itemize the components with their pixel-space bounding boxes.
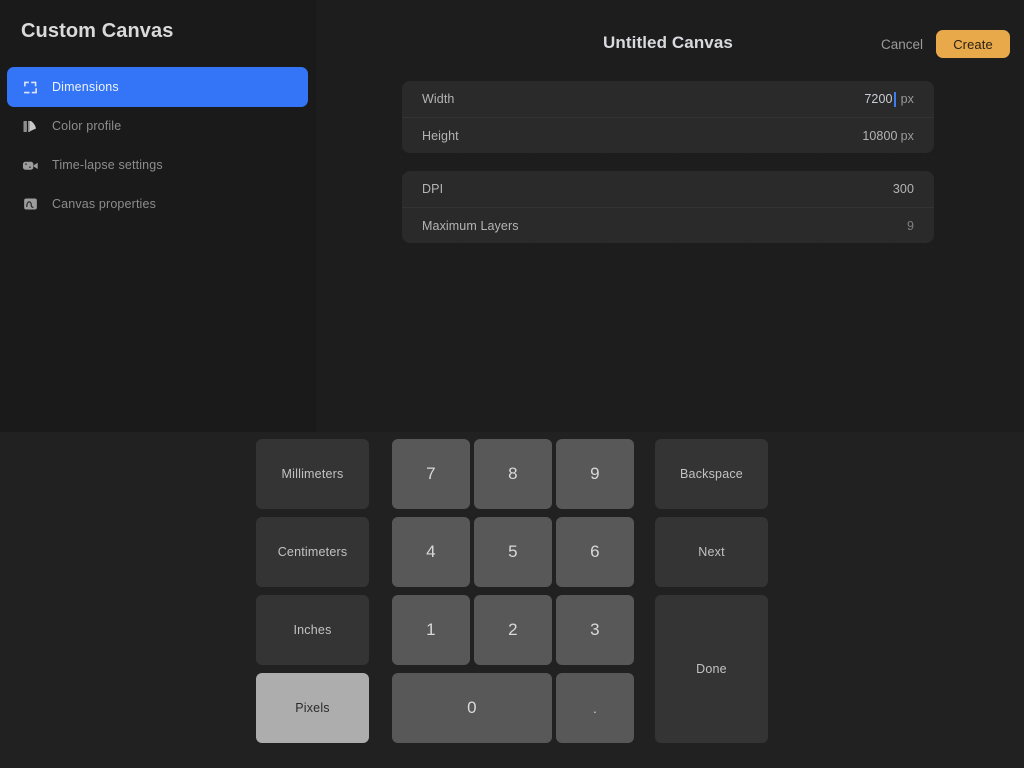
maximum-layers-label: Maximum Layers — [422, 219, 519, 233]
page-title: Custom Canvas — [21, 20, 173, 43]
color-swatch-icon — [17, 116, 43, 136]
digit-key-2[interactable]: 2 — [474, 595, 552, 665]
sidebar-item-label: Time-lapse settings — [52, 158, 163, 172]
dimensions-card: Width 7200 px Height 10800 px — [402, 81, 934, 153]
digit-key-0[interactable]: 0 — [392, 673, 552, 743]
dpi-row[interactable]: DPI 300 — [402, 171, 934, 207]
canvas-name-title: Untitled Canvas — [603, 33, 733, 53]
digit-key-6[interactable]: 6 — [556, 517, 634, 587]
create-button[interactable]: Create — [936, 30, 1010, 58]
digit-key-1[interactable]: 1 — [392, 595, 470, 665]
video-camera-icon — [17, 155, 43, 175]
sidebar: Custom Canvas Dimensions — [0, 0, 316, 432]
done-key[interactable]: Done — [655, 595, 768, 743]
next-key[interactable]: Next — [655, 517, 768, 587]
maximum-layers-value[interactable]: 9 — [907, 219, 914, 233]
unit-key-millimeters[interactable]: Millimeters — [256, 439, 369, 509]
sidebar-item-label: Dimensions — [52, 80, 119, 94]
properties-card: DPI 300 Maximum Layers 9 — [402, 171, 934, 243]
dpi-label: DPI — [422, 182, 443, 196]
unit-key-pixels[interactable]: Pixels — [256, 673, 369, 743]
dpi-value[interactable]: 300 — [893, 182, 914, 196]
digit-key-9[interactable]: 9 — [556, 439, 634, 509]
width-value[interactable]: 7200 px — [864, 92, 914, 107]
sidebar-item-dimensions[interactable]: Dimensions — [7, 67, 308, 107]
dialog-header: Untitled Canvas Cancel Create — [316, 0, 1024, 72]
text-cursor — [894, 92, 896, 107]
digit-key-4[interactable]: 4 — [392, 517, 470, 587]
sidebar-nav: Dimensions Color profile — [7, 67, 308, 224]
decimal-point-key[interactable]: . — [556, 673, 634, 743]
backspace-key[interactable]: Backspace — [655, 439, 768, 509]
digit-key-8[interactable]: 8 — [474, 439, 552, 509]
canvas-wave-icon — [17, 194, 43, 214]
sidebar-item-canvas-properties[interactable]: Canvas properties — [7, 184, 308, 224]
unit-key-inches[interactable]: Inches — [256, 595, 369, 665]
height-unit: px — [901, 129, 914, 143]
height-number: 10800 — [862, 129, 897, 143]
sidebar-item-label: Canvas properties — [52, 197, 156, 211]
width-unit: px — [901, 92, 914, 106]
width-label: Width — [422, 92, 454, 106]
height-value[interactable]: 10800 px — [862, 129, 914, 143]
numeric-keypad: Millimeters Centimeters Inches Pixels 7 … — [256, 439, 768, 761]
width-number: 7200 — [864, 92, 892, 106]
digit-key-5[interactable]: 5 — [474, 517, 552, 587]
sidebar-item-color-profile[interactable]: Color profile — [7, 106, 308, 146]
height-row[interactable]: Height 10800 px — [402, 117, 934, 153]
numeric-keypad-region: Millimeters Centimeters Inches Pixels 7 … — [0, 432, 1024, 768]
height-label: Height — [422, 129, 459, 143]
unit-key-centimeters[interactable]: Centimeters — [256, 517, 369, 587]
custom-canvas-dialog: Custom Canvas Dimensions — [0, 0, 1024, 768]
digit-key-3[interactable]: 3 — [556, 595, 634, 665]
sidebar-item-label: Color profile — [52, 119, 121, 133]
cancel-button[interactable]: Cancel — [877, 35, 927, 54]
digit-key-7[interactable]: 7 — [392, 439, 470, 509]
crop-frame-icon — [17, 77, 43, 97]
sidebar-item-time-lapse-settings[interactable]: Time-lapse settings — [7, 145, 308, 185]
width-row[interactable]: Width 7200 px — [402, 81, 934, 117]
maximum-layers-row[interactable]: Maximum Layers 9 — [402, 207, 934, 243]
